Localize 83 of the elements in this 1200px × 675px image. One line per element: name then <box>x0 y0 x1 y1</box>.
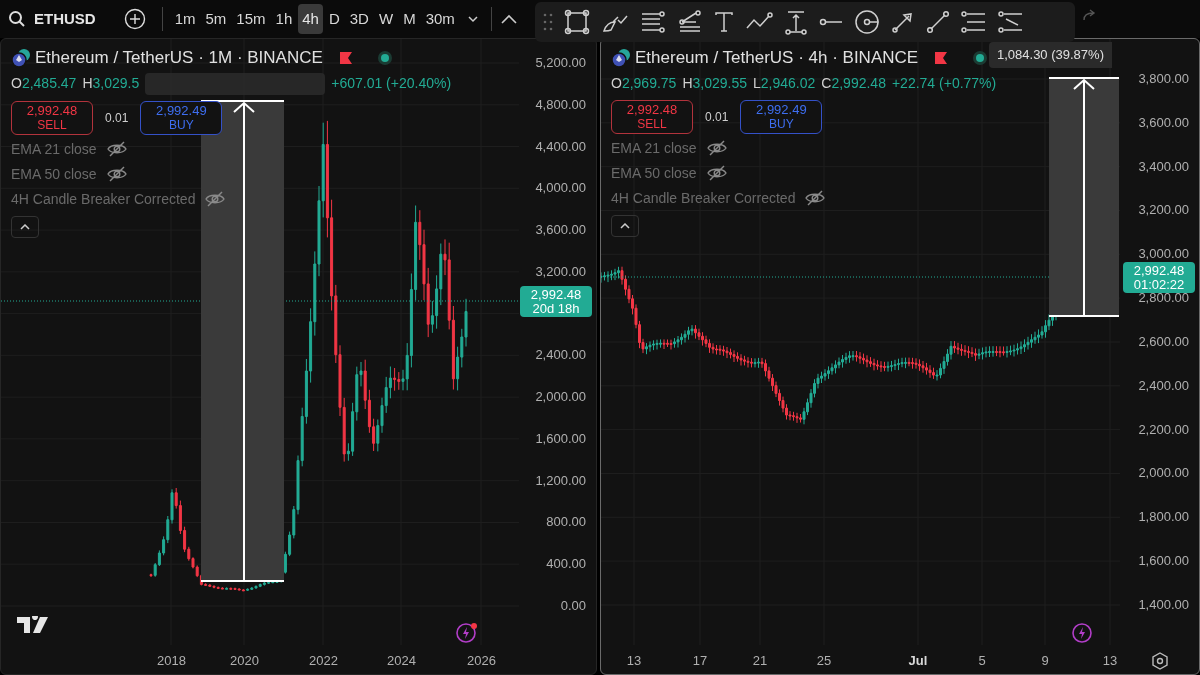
ohlc-value: 3,029.5 <box>92 74 140 93</box>
price-axis-label: 2,400.00 <box>1138 377 1189 394</box>
interval-tab[interactable]: 1m <box>170 4 200 34</box>
indicator-label: EMA 21 close <box>611 138 697 158</box>
symbol-name[interactable]: ETHUSD <box>34 7 96 31</box>
ohlc-value: 2,946.02 <box>760 73 816 93</box>
time-axis-label: 5 <box>977 653 987 669</box>
interval-tab[interactable]: M <box>399 4 420 34</box>
interval-tab[interactable]: 3D <box>345 4 373 34</box>
time-axis-label: 2018 <box>157 653 185 669</box>
time-axis-label: 13 <box>625 653 643 669</box>
time-axis-label: 25 <box>815 653 833 669</box>
buy-button[interactable]: 2,992.49 BUY <box>140 100 223 135</box>
sell-button[interactable]: 2,992.48 SELL <box>611 99 693 134</box>
price-axis-label: 1,800.00 <box>1138 509 1189 526</box>
price-axis-label: 2,200.00 <box>1138 421 1189 438</box>
price-axis-label: 4,000.00 <box>535 180 586 197</box>
price-axis-label: 1,600.00 <box>535 430 586 447</box>
interval-tab[interactable]: W <box>374 4 398 34</box>
price-axis-label: 1,400.00 <box>1138 596 1189 613</box>
indicator-label: 4H Candle Breaker Corrected <box>611 188 796 208</box>
time-axis-label: 2026 <box>467 653 495 669</box>
price-change: +22.74 (+0.77%) <box>891 73 997 93</box>
time-axis-label: 2024 <box>387 653 415 669</box>
ohlc-label: L <box>753 73 761 93</box>
countdown-label: 01:02:22 <box>1133 277 1185 292</box>
ohlc-label: H <box>82 74 93 93</box>
price-axis-label: 4,800.00 <box>535 96 586 113</box>
time-axis-label: 9 <box>1040 653 1050 669</box>
price-axis-label: 3,600.00 <box>1138 114 1189 131</box>
price-axis-label: 3,800.00 <box>1138 71 1189 87</box>
price-axis-label: 2,600.00 <box>1138 333 1189 350</box>
measure-tooltip: 1,084.30 (39.87%) <box>989 42 1112 68</box>
quantity-label: 0.01 <box>105 109 129 127</box>
interval-tab[interactable]: 30m <box>421 4 459 34</box>
indicator-label: EMA 21 close <box>11 139 97 159</box>
price-change: +607.01 (+20.40%) <box>331 74 452 93</box>
price-axis-label: 2,000.00 <box>535 389 586 406</box>
indicator-label: 4H Candle Breaker Corrected <box>11 189 196 209</box>
price-axis-label: 0.00 <box>560 598 586 614</box>
indicator-label: EMA 50 close <box>11 164 97 184</box>
time-axis-label: 2020 <box>230 653 258 669</box>
price-axis-label: 4,400.00 <box>535 138 586 155</box>
price-axis-label: 400.00 <box>546 556 586 573</box>
price-axis-label: 3,600.00 <box>535 222 586 239</box>
price-axis-label: 1,600.00 <box>1138 553 1189 570</box>
price-axis-label: 2,800.00 <box>1138 290 1189 307</box>
ohlc-value: 2,992.48 <box>831 73 886 93</box>
time-axis-label: 2022 <box>309 653 337 669</box>
interval-tab[interactable]: 15m <box>232 4 270 34</box>
price-axis-label: 3,200.00 <box>1138 202 1189 219</box>
price-axis-label: 800.00 <box>546 514 586 531</box>
interval-tab[interactable]: 1h <box>271 4 297 34</box>
price-axis-label: 2,400.00 <box>535 347 586 364</box>
buy-button[interactable]: 2,992.49 BUY <box>740 99 823 134</box>
time-axis-label: 21 <box>751 653 769 669</box>
price-axis-label: 3,400.00 <box>1138 158 1189 175</box>
ohlc-value: 2,485.47 <box>21 74 77 93</box>
chart-title: Ethereum / TetherUS · 4h · BINANCE <box>635 47 919 69</box>
ohlc-label: C <box>821 73 832 93</box>
ohlc-label: O <box>611 73 622 93</box>
ohlc-label: O <box>11 74 22 93</box>
chart-title: Ethereum / TetherUS · 1M · BINANCE <box>35 47 323 69</box>
price-axis-label: 3,000.00 <box>1138 246 1189 263</box>
price-axis-label: 5,200.00 <box>535 55 586 71</box>
interval-tab[interactable]: 4h <box>298 4 323 34</box>
price-axis-label: 2,000.00 <box>1138 465 1189 482</box>
ohlc-value: 2,969.75 <box>621 73 677 93</box>
time-axis-label: Jul <box>907 653 929 669</box>
time-axis-label: 17 <box>691 653 709 669</box>
ohlc-value: 3,029.55 <box>692 73 747 93</box>
last-price: 2,992.48 <box>530 287 582 302</box>
interval-tab[interactable]: D <box>324 4 344 34</box>
price-axis-label: 1,200.00 <box>535 472 586 489</box>
time-axis-label: 13 <box>1101 653 1119 669</box>
interval-tab[interactable]: 5m <box>201 4 231 34</box>
price-axis-label: 3,200.00 <box>535 263 586 280</box>
countdown-label: 20d 18h <box>532 301 580 316</box>
indicator-label: EMA 50 close <box>611 163 697 183</box>
sell-button[interactable]: 2,992.48 SELL <box>11 100 93 135</box>
quantity-label: 0.01 <box>705 108 729 126</box>
ohlc-label: H <box>682 73 693 93</box>
last-price: 2,992.48 <box>1133 263 1185 278</box>
